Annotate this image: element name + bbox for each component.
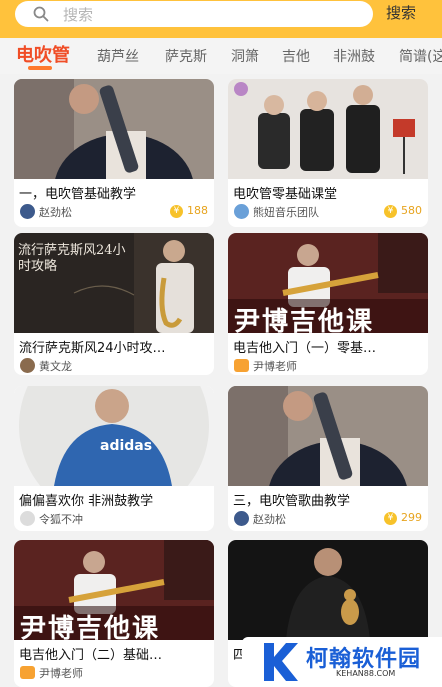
course-title: 流行萨克斯风24小时攻… [19,341,166,356]
course-card[interactable]: 三，电吹管歌曲教学 赵劲松 ¥ 299 [228,386,428,531]
tab-hulusi[interactable]: 葫芦丝 [97,46,139,66]
coin-icon: ¥ [384,512,397,525]
thumbnail-caption: 流行萨克斯风24小时攻略 [18,243,126,274]
search-input[interactable]: 搜索 [15,1,373,27]
course-card[interactable]: 尹博吉他课 电吉他入门（一）零基… 尹博老师 [228,233,428,375]
author-name: 尹博老师 [253,360,297,373]
author-name: 黄文龙 [39,360,72,373]
active-tab-indicator [28,66,52,70]
course-thumbnail [228,79,428,179]
course-card[interactable]: adidas 偏偏喜欢你 非洲鼓教学 令狐不冲 [14,386,214,531]
category-tabs: 电吹管 葫芦丝 萨克斯 洞箫 吉他 非洲鼓 简谱(这 [0,38,442,74]
course-title: 一，电吹管基础教学 [19,187,137,202]
course-title: 电吉他入门（一）零基… [233,341,377,356]
coin-icon: ¥ [384,205,397,218]
course-icon [20,666,35,679]
tab-guitar[interactable]: 吉他 [282,46,310,66]
author-name: 熊妞音乐团队 [253,206,319,219]
course-card[interactable]: 电吹管零基础课堂 熊妞音乐团队 ¥ 580 [228,79,428,227]
top-bar: 搜索 搜索 [0,0,442,38]
coin-count: 580 [401,204,422,217]
author-avatar [20,358,35,373]
author-avatar [234,511,249,526]
course-title: 偏偏喜欢你 非洲鼓教学 [19,494,154,509]
k-logo-icon [264,643,298,681]
search-placeholder: 搜索 [63,6,94,24]
author-avatar [20,511,35,526]
author-avatar [234,204,249,219]
author-name: 令狐不冲 [39,513,83,526]
course-card[interactable]: 尹博吉他课 电吉他入门（二）基础… 尹博老师 [14,540,214,687]
tab-notation[interactable]: 简谱(这 [399,46,442,66]
author-name: 尹博老师 [39,667,83,680]
tab-saxophone[interactable]: 萨克斯 [165,46,207,66]
tab-electric-wind[interactable]: 电吹管 [16,41,70,67]
course-title: 电吉他入门（二）基础… [19,648,163,663]
author-name: 赵劲松 [253,513,286,526]
course-thumbnail [14,79,214,179]
course-thumbnail [228,540,428,640]
course-thumbnail [228,386,428,486]
course-thumbnail [14,386,214,486]
watermark-url: KEHAN88.COM [336,669,396,678]
course-title: 电吹管零基础课堂 [233,187,338,202]
search-icon [33,6,49,22]
thumbnail-caption: 尹博吉他课 [234,307,375,337]
course-icon [234,359,249,372]
coin-icon: ¥ [170,205,183,218]
author-name: 赵劲松 [39,206,72,219]
coin-count: 188 [187,204,208,217]
coin-count: 299 [401,511,422,524]
thumbnail-caption: 尹博吉他课 [20,614,161,644]
tab-xiao[interactable]: 洞箫 [231,46,259,66]
search-button[interactable]: 搜索 [386,2,416,23]
watermark-logo: 柯翰软件园 KEHAN88.COM [242,637,442,687]
thumbnail-caption: adidas [100,438,153,454]
course-title: 三，电吹管歌曲教学 [233,494,351,509]
tab-djembe[interactable]: 非洲鼓 [333,46,375,66]
course-card[interactable]: 流行萨克斯风24小时攻略 流行萨克斯风24小时攻… 黄文龙 [14,233,214,375]
course-card[interactable]: 一，电吹管基础教学 赵劲松 ¥ 188 [14,79,214,227]
author-avatar [20,204,35,219]
